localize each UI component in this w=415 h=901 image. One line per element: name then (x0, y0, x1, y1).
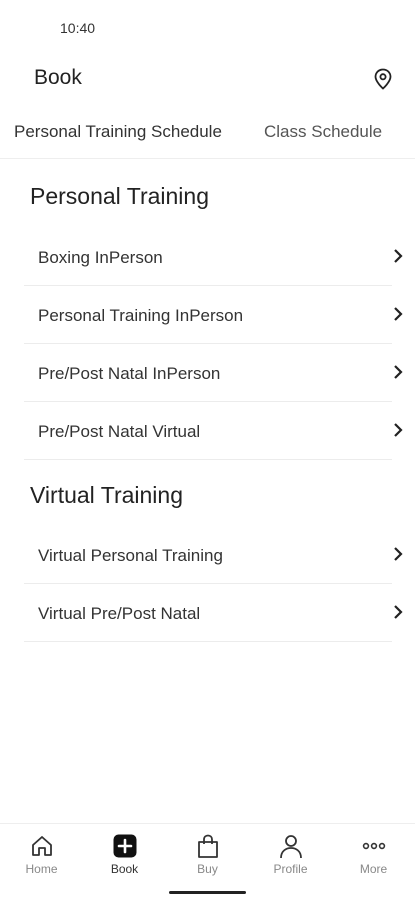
home-icon (31, 836, 52, 856)
chevron-right-icon (394, 307, 403, 321)
list-item-label: Boxing InPerson (38, 248, 163, 267)
list-item-label: Virtual Pre/Post Natal (38, 604, 201, 623)
chevron-right-icon (394, 365, 403, 379)
chevron-right-icon (394, 547, 403, 561)
list-item-prepost-natal-virtual[interactable]: Pre/Post Natal Virtual (24, 402, 403, 460)
list-item-label: Pre/Post Natal InPerson (38, 364, 221, 383)
book-plus-icon (113, 834, 136, 858)
nav-label-buy: Buy (197, 862, 218, 876)
home-indicator (169, 891, 246, 894)
nav-item-book[interactable]: Book (83, 824, 166, 884)
list-item-personal-training-inperson[interactable]: Personal Training InPerson (24, 286, 403, 344)
nav-item-home[interactable]: Home (0, 824, 83, 884)
list-item-virtual-prepost-natal[interactable]: Virtual Pre/Post Natal (24, 584, 403, 642)
app-header: Book (0, 52, 415, 108)
nav-item-profile[interactable]: Profile (249, 824, 332, 884)
chevron-right-icon (394, 423, 403, 437)
list-item-prepost-natal-inperson[interactable]: Pre/Post Natal InPerson (24, 344, 403, 402)
location-pin-icon (374, 68, 392, 90)
shopping-bag-icon (197, 834, 218, 858)
list-item-label: Pre/Post Natal Virtual (38, 422, 201, 441)
nav-label-more: More (359, 862, 388, 876)
profile-icon (279, 835, 302, 859)
list-item-label: Personal Training InPerson (38, 306, 244, 325)
more-icon (362, 842, 385, 850)
personal-training-list: Boxing InPerson Personal Training InPers… (24, 228, 403, 460)
nav-label-home: Home (25, 862, 58, 876)
schedule-tabs: Personal Training Schedule Class Schedul… (0, 108, 415, 159)
list-item-boxing-inperson[interactable]: Boxing InPerson (24, 228, 403, 286)
nav-label-profile: Profile (273, 862, 308, 876)
virtual-training-list: Virtual Personal Training Virtual Pre/Po… (24, 526, 403, 642)
nav-label-book: Book (110, 862, 139, 876)
bottom-nav: Home Book Buy Profile More (0, 823, 415, 901)
list-item-virtual-personal-training[interactable]: Virtual Personal Training (24, 526, 403, 584)
section-title-personal-training: Personal Training (30, 183, 209, 209)
chevron-right-icon (394, 249, 403, 263)
tab-personal-training-schedule[interactable]: Personal Training Schedule (14, 122, 222, 142)
page-title: Book (34, 66, 82, 89)
nav-item-more[interactable]: More (332, 824, 415, 884)
nav-item-buy[interactable]: Buy (166, 824, 249, 884)
tab-class-schedule[interactable]: Class Schedule (264, 122, 382, 142)
list-item-label: Virtual Personal Training (38, 546, 223, 565)
status-bar: 10:40 (0, 0, 415, 52)
section-title-virtual-training: Virtual Training (30, 482, 183, 508)
location-button[interactable] (370, 66, 396, 92)
status-time: 10:40 (60, 20, 96, 36)
chevron-right-icon (394, 605, 403, 619)
